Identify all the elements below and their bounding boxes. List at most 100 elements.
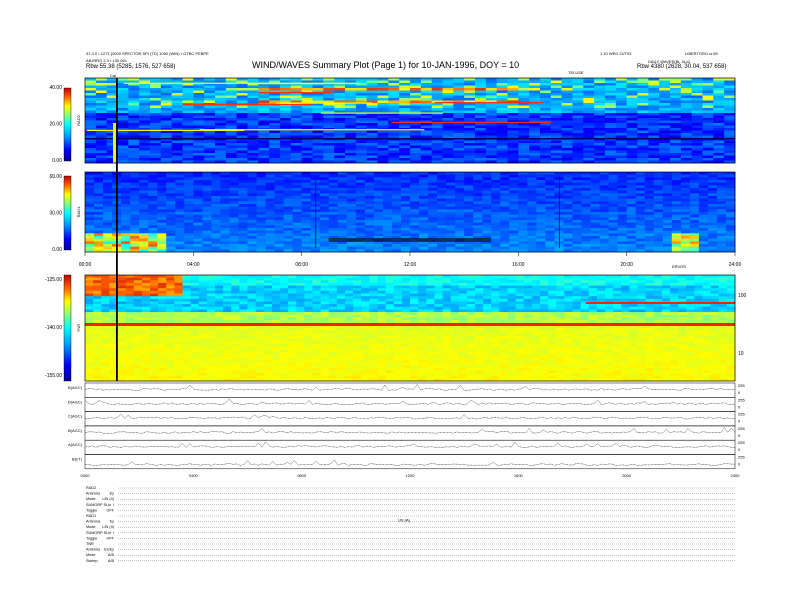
rad1-cell	[256, 193, 267, 197]
tnr-cell	[694, 290, 703, 294]
tnr-cell	[85, 277, 94, 281]
rad2-cell	[290, 105, 303, 109]
rad2-cell	[312, 93, 324, 96]
rad2-cell	[550, 105, 563, 109]
rad2-cell	[290, 125, 303, 129]
rad1-cell	[590, 230, 601, 234]
rad2-cell	[507, 110, 519, 114]
rad2-cell	[236, 133, 248, 136]
rad1-cell	[319, 228, 330, 231]
tnr-cell	[215, 285, 224, 289]
rad1-cell	[428, 188, 438, 191]
rad2-cell	[269, 140, 281, 144]
rad1-cell	[382, 217, 393, 221]
rad2-cell	[680, 118, 693, 121]
tnr-cell	[182, 280, 192, 284]
rad1-cell	[698, 209, 709, 213]
rad2-cell	[312, 125, 324, 129]
rad2-cell	[507, 113, 519, 116]
rad1-cell	[680, 220, 691, 223]
rad2-cell	[117, 88, 129, 91]
tnr-cell	[710, 296, 720, 300]
rad2-cell	[507, 158, 519, 161]
tnr-cell	[686, 285, 695, 289]
tnr-cell	[426, 280, 435, 284]
rad1-cell	[680, 228, 691, 231]
rad2-cell	[626, 115, 638, 119]
rad2-cell	[225, 153, 238, 156]
rad2-cell	[85, 133, 97, 136]
tnr-cell	[117, 280, 127, 284]
rad1-cell	[121, 196, 131, 199]
rad1-cell	[644, 172, 655, 175]
rad1-cell	[238, 220, 248, 223]
tnr-cell	[483, 296, 492, 300]
rad1-cell	[446, 188, 456, 191]
rad2-cell	[561, 158, 573, 161]
rad1-cell	[175, 217, 185, 221]
rad2-cell	[160, 135, 173, 139]
rad2-cell	[312, 95, 324, 99]
rad1-cell	[220, 198, 230, 202]
rad2-cell	[659, 130, 671, 134]
rad2-cell	[626, 158, 638, 161]
rad1-cell	[319, 185, 330, 189]
tnr-cell	[491, 277, 500, 281]
tnr-cell	[580, 293, 590, 297]
rad1-cell	[635, 206, 646, 210]
rad1-cell	[283, 188, 294, 191]
rad2-cell	[388, 123, 400, 126]
rad2-cell	[139, 110, 151, 114]
rad1-cell	[328, 193, 339, 197]
rad1-cell	[121, 193, 131, 197]
rad1-cell	[121, 225, 131, 229]
rad2-cell	[204, 78, 216, 81]
rad2-cell	[150, 108, 162, 111]
rad2-cell	[150, 133, 162, 136]
tnr-cell	[401, 293, 411, 297]
rad2-cell	[475, 105, 487, 109]
rad1-cell	[247, 209, 258, 213]
rad2-cell	[594, 110, 606, 114]
rad2-cell	[702, 143, 714, 146]
rad1-cell	[437, 177, 447, 181]
rad2-cell	[95, 108, 108, 111]
rad1-cell	[716, 241, 727, 245]
tnr-cell	[393, 288, 403, 292]
tnr-cell	[629, 285, 638, 289]
rad1-cell	[94, 241, 104, 245]
rad2-cell	[670, 148, 682, 151]
rad1-cell	[653, 209, 664, 213]
tnr-cell	[271, 280, 281, 284]
rad2-cell	[160, 110, 173, 114]
rad2-cell	[475, 150, 487, 154]
rad1-cell	[716, 206, 727, 210]
rad1-cell	[446, 190, 456, 194]
rad1-cell	[644, 190, 655, 194]
tnr-cell	[231, 296, 240, 300]
rad1-cell	[265, 230, 276, 234]
rad1-cell	[238, 185, 248, 189]
tnr-cell	[182, 296, 192, 300]
rad2-cell	[648, 90, 660, 94]
rad1-cell	[509, 172, 519, 175]
rad2-cell	[713, 110, 725, 114]
rad2-cell	[691, 85, 703, 89]
rad2-cell	[659, 133, 671, 136]
rad2-cell	[247, 118, 259, 121]
rad1-cell	[103, 188, 113, 191]
rad1-cell	[121, 206, 131, 210]
rad1-cell	[725, 222, 736, 226]
rad1-cell	[635, 180, 646, 183]
rad2-cell	[464, 90, 476, 94]
rad2-cell	[496, 85, 508, 89]
rad2-cell	[475, 133, 487, 136]
rad2-cell	[626, 80, 638, 84]
rad1-cell	[725, 188, 736, 191]
rad1-cell	[410, 206, 420, 210]
rad2-cell	[464, 125, 476, 129]
tnr-cell	[475, 290, 484, 294]
rad1-cell	[572, 196, 583, 199]
rad1-cell	[364, 182, 375, 186]
rad1-cell	[482, 220, 492, 223]
